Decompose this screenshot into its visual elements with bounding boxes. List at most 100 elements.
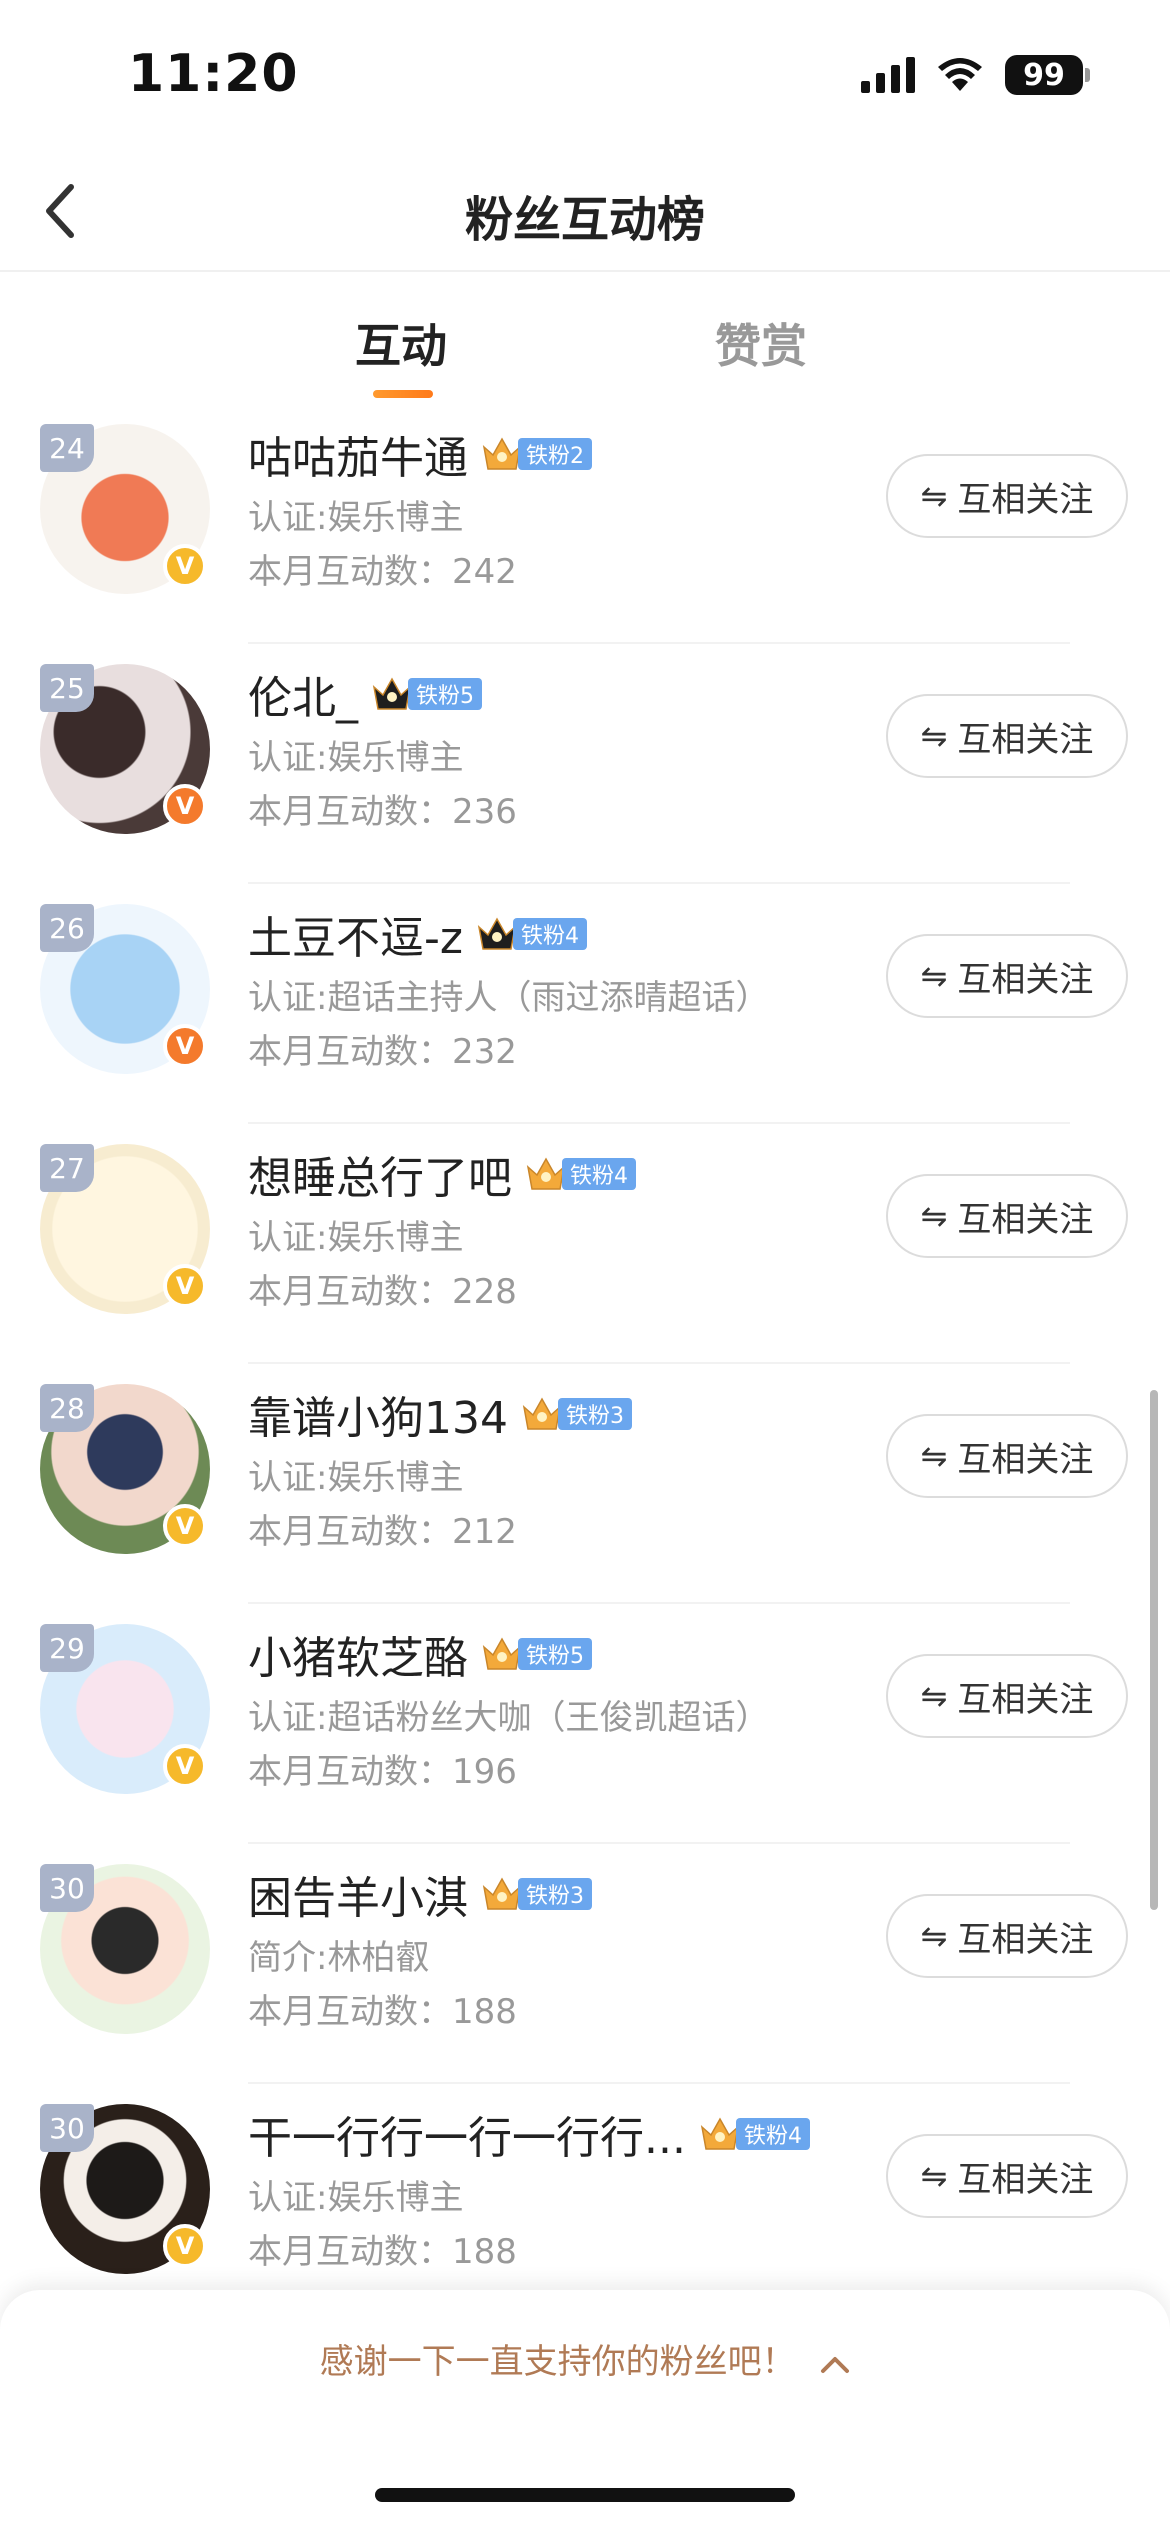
- list-item[interactable]: 26 V 土豆不逗-z 铁粉4 认证:超话主持人（雨过添晴超话） 本月互动数：2…: [0, 884, 1170, 1124]
- user-description: 认证:娱乐博主: [248, 738, 464, 778]
- follow-label: 互相关注: [957, 1199, 1094, 1240]
- follow-label: 互相关注: [957, 2159, 1094, 2200]
- tab-reward[interactable]: 赞赏: [715, 310, 807, 376]
- fan-level-tag: 铁粉5: [518, 1638, 592, 1670]
- follow-label: 互相关注: [957, 479, 1094, 520]
- list-item[interactable]: 29 V 小猪软芝酪 铁粉5 认证:超话粉丝大咖（王俊凯超话） 本月互动数：19…: [0, 1604, 1170, 1844]
- name-line: 咕咕茄牛通 铁粉2: [248, 424, 592, 484]
- user-name[interactable]: 想睡总行了吧: [248, 1142, 512, 1206]
- name-line: 想睡总行了吧 铁粉4: [248, 1144, 636, 1204]
- user-name[interactable]: 小猪软芝酪: [248, 1622, 468, 1686]
- verified-badge-icon: V: [163, 784, 207, 828]
- fan-level-badge: 铁粉5: [370, 673, 482, 715]
- battery-icon: 99: [1005, 55, 1090, 95]
- fan-level-badge: 铁粉3: [520, 1393, 632, 1435]
- active-tab-indicator: [373, 390, 433, 398]
- interaction-count: 本月互动数：232: [248, 1032, 517, 1072]
- verified-badge-icon: V: [163, 1264, 207, 1308]
- list-item[interactable]: 30 困告羊小淇 铁粉3 简介:林柏叡 本月互动数：188 ⇋ 互相关注: [0, 1844, 1170, 2084]
- name-line: 困告羊小淇 铁粉3: [248, 1864, 592, 1924]
- nav-bar: 粉丝互动榜: [0, 150, 1170, 272]
- follow-label: 互相关注: [957, 1679, 1094, 1720]
- list-item[interactable]: 27 V 想睡总行了吧 铁粉4 认证:娱乐博主 本月互动数：228 ⇋ 互相关注: [0, 1124, 1170, 1364]
- mutual-follow-button[interactable]: ⇋ 互相关注: [886, 2134, 1128, 2218]
- user-name[interactable]: 咕咕茄牛通: [248, 422, 468, 486]
- follow-label: 互相关注: [957, 1919, 1094, 1960]
- follow-label: 互相关注: [957, 959, 1094, 1000]
- user-description: 认证:娱乐博主: [248, 1458, 464, 1498]
- verified-badge-icon: V: [163, 2224, 207, 2268]
- swap-arrows-icon: ⇋: [920, 1437, 948, 1475]
- rank-badge: 29: [40, 1624, 94, 1672]
- cellular-signal-icon: [861, 57, 915, 93]
- mutual-follow-button[interactable]: ⇋ 互相关注: [886, 1174, 1128, 1258]
- mutual-follow-button[interactable]: ⇋ 互相关注: [886, 1654, 1128, 1738]
- follow-label: 互相关注: [957, 1439, 1094, 1480]
- mutual-follow-button[interactable]: ⇋ 互相关注: [886, 934, 1128, 1018]
- status-icons: 99: [861, 55, 1090, 95]
- fan-level-badge: 铁粉2: [480, 433, 592, 475]
- list-item[interactable]: 30 V 干一行行一行一行行... 铁粉4 认证:娱乐博主 本月互动数：188 …: [0, 2084, 1170, 2324]
- bottom-sheet[interactable]: 感谢一下一直支持你的粉丝吧！: [0, 2290, 1170, 2532]
- verified-badge-icon: V: [163, 1024, 207, 1068]
- tab-bar: 互动 赞赏: [0, 272, 1170, 402]
- thanks-prompt[interactable]: 感谢一下一直支持你的粉丝吧！: [0, 2334, 1170, 2383]
- fan-level-tag: 铁粉3: [518, 1878, 592, 1910]
- fan-level-tag: 铁粉4: [562, 1158, 636, 1190]
- name-line: 土豆不逗-z 铁粉4: [248, 904, 587, 964]
- tab-interaction[interactable]: 互动: [355, 310, 447, 376]
- fan-level-tag: 铁粉5: [408, 678, 482, 710]
- name-line: 小猪软芝酪 铁粉5: [248, 1624, 592, 1684]
- interaction-count: 本月互动数：212: [248, 1512, 517, 1552]
- page-title: 粉丝互动榜: [464, 192, 705, 248]
- user-name[interactable]: 困告羊小淇: [248, 1862, 468, 1926]
- swap-arrows-icon: ⇋: [920, 717, 948, 755]
- mutual-follow-button[interactable]: ⇋ 互相关注: [886, 694, 1128, 778]
- fan-level-badge: 铁粉4: [475, 913, 587, 955]
- user-name[interactable]: 伦北_: [248, 662, 358, 726]
- user-name[interactable]: 土豆不逗-z: [248, 902, 463, 966]
- status-bar: 11:20 99: [0, 0, 1170, 150]
- thanks-text: 感谢一下一直支持你的粉丝吧！: [319, 2342, 796, 2382]
- user-description: 认证:娱乐博主: [248, 498, 464, 538]
- swap-arrows-icon: ⇋: [920, 1677, 948, 1715]
- swap-arrows-icon: ⇋: [920, 1197, 948, 1235]
- chevron-up-icon: [821, 2356, 850, 2373]
- home-indicator: [375, 2488, 795, 2502]
- verified-badge-icon: V: [163, 1744, 207, 1788]
- rank-badge: 30: [40, 1864, 94, 1912]
- user-name[interactable]: 靠谱小狗134: [248, 1382, 508, 1446]
- mutual-follow-button[interactable]: ⇋ 互相关注: [886, 454, 1128, 538]
- mutual-follow-button[interactable]: ⇋ 互相关注: [886, 1894, 1128, 1978]
- interaction-count: 本月互动数：196: [248, 1752, 517, 1792]
- user-description: 认证:娱乐博主: [248, 2178, 464, 2218]
- interaction-count: 本月互动数：242: [248, 552, 517, 592]
- rank-badge: 25: [40, 664, 94, 712]
- rank-badge: 28: [40, 1384, 94, 1432]
- fan-level-badge: 铁粉4: [698, 2113, 810, 2155]
- swap-arrows-icon: ⇋: [920, 2157, 948, 2195]
- fan-level-badge: 铁粉3: [480, 1873, 592, 1915]
- status-time: 11:20: [128, 44, 299, 104]
- swap-arrows-icon: ⇋: [920, 957, 948, 995]
- name-line: 靠谱小狗134 铁粉3: [248, 1384, 632, 1444]
- user-name[interactable]: 干一行行一行一行行...: [248, 2102, 686, 2166]
- list-item[interactable]: 28 V 靠谱小狗134 铁粉3 认证:娱乐博主 本月互动数：212 ⇋ 互相关…: [0, 1364, 1170, 1604]
- fan-list: 24 V 咕咕茄牛通 铁粉2 认证:娱乐博主 本月互动数：242 ⇋ 互相关注: [0, 404, 1170, 2324]
- follow-label: 互相关注: [957, 719, 1094, 760]
- verified-badge-icon: V: [163, 544, 207, 588]
- user-description: 简介:林柏叡: [248, 1938, 430, 1978]
- mutual-follow-button[interactable]: ⇋ 互相关注: [886, 1414, 1128, 1498]
- user-description: 认证:超话主持人（雨过添晴超话）: [248, 978, 770, 1018]
- interaction-count: 本月互动数：188: [248, 2232, 517, 2272]
- fan-level-tag: 铁粉3: [557, 1398, 632, 1430]
- name-line: 伦北_ 铁粉5: [248, 664, 482, 724]
- scrollbar[interactable]: [1150, 1390, 1158, 1910]
- battery-level: 99: [1005, 55, 1083, 95]
- list-item[interactable]: 25 V 伦北_ 铁粉5 认证:娱乐博主 本月互动数：236 ⇋ 互相关注: [0, 644, 1170, 884]
- user-description: 认证:娱乐博主: [248, 1218, 464, 1258]
- rank-badge: 27: [40, 1144, 94, 1192]
- list-item[interactable]: 24 V 咕咕茄牛通 铁粉2 认证:娱乐博主 本月互动数：242 ⇋ 互相关注: [0, 404, 1170, 644]
- rank-badge: 24: [40, 424, 94, 472]
- rank-badge: 30: [40, 2104, 94, 2152]
